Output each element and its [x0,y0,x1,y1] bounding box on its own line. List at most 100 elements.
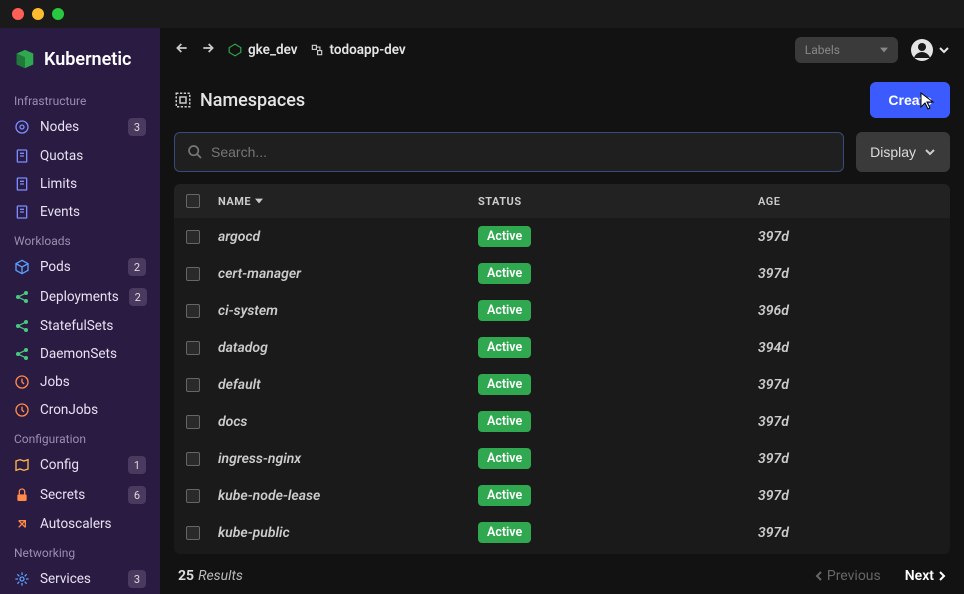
row-checkbox[interactable] [186,341,200,355]
map-icon [14,457,30,473]
deploy-icon [14,289,30,305]
sidebar-item-label: Jobs [40,374,146,390]
sidebar-item-daemonsets[interactable]: DaemonSets [0,340,160,368]
namespaces-icon [174,91,192,109]
sidebar-item-label: Config [40,457,118,473]
svc-icon [14,571,30,587]
search-icon [187,144,203,160]
sidebar-item-pods[interactable]: Pods2 [0,252,160,282]
sidebar-item-badge: 3 [128,118,146,136]
sidebar-item-nodes[interactable]: Nodes 3 [0,112,160,142]
row-age: 397d [758,414,938,430]
sidebar-item-cronjobs[interactable]: CronJobs [0,396,160,424]
sidebar-item-quotas[interactable]: Quotas [0,142,160,170]
table-row[interactable]: kube-node-leaseActive397d [174,477,950,514]
sidebar-item-label: DaemonSets [40,346,146,362]
page-title: Namespaces [174,90,305,111]
sidebar-item-autoscalers[interactable]: Autoscalers [0,510,160,538]
row-name: ci-system [218,303,478,319]
chevron-down-icon [924,146,936,158]
row-age: 397d [758,266,938,282]
brand-logo-icon [14,48,36,70]
row-checkbox[interactable] [186,304,200,318]
row-name: argocd [218,229,478,245]
sidebar-item-label: Limits [40,176,146,192]
row-checkbox[interactable] [186,378,200,392]
brand-name: Kubernetic [44,49,131,70]
namespaces-table: NAME STATUS AGE argocdActive397dcert-man… [174,184,950,554]
create-button[interactable]: Create [870,82,950,118]
close-window-icon[interactable] [12,8,24,20]
topbar: gke_dev todoapp-dev Labels [160,28,964,72]
table-row[interactable]: ci-systemActive 396d [174,292,950,329]
chevron-down-icon [938,44,950,56]
column-status[interactable]: STATUS [478,195,758,208]
doc-icon [14,176,30,192]
row-age: 397d [758,488,938,504]
sidebar-item-secrets[interactable]: Secrets6 [0,480,160,510]
sidebar-item-label: Events [40,204,146,220]
status-badge: Active [478,300,531,321]
column-name[interactable]: NAME [218,195,478,208]
table-row[interactable]: docsActive397d [174,403,950,440]
cluster-icon [228,43,242,57]
scale-icon [14,516,30,532]
row-name: kube-node-lease [218,488,478,504]
sidebar-item-statefulsets[interactable]: StatefulSets [0,312,160,340]
breadcrumb-namespace[interactable]: todoapp-dev [310,42,406,58]
back-button[interactable] [174,40,190,60]
sidebar-item-services[interactable]: Services3 [0,564,160,594]
job-icon [14,402,30,418]
row-checkbox[interactable] [186,267,200,281]
row-checkbox[interactable] [186,452,200,466]
sidebar-item-label: StatefulSets [40,318,146,334]
row-age: 397d [758,451,938,467]
user-avatar-icon [910,38,934,62]
column-age[interactable]: AGE [758,195,938,208]
row-name: kube-public [218,525,478,541]
row-name: default [218,377,478,393]
select-all-checkbox[interactable] [186,194,200,208]
table-row[interactable]: argocdActive397d [174,218,950,255]
sidebar-item-limits[interactable]: Limits [0,170,160,198]
next-page-button[interactable]: Next [905,568,946,584]
user-menu[interactable] [910,38,950,62]
row-name: cert-manager [218,266,478,282]
sidebar-item-events[interactable]: Events [0,198,160,226]
deploy-icon [14,346,30,362]
row-checkbox[interactable] [186,526,200,540]
row-age: 397d [758,525,938,541]
labels-dropdown[interactable]: Labels [795,37,898,63]
sidebar-item-badge: 3 [128,570,146,588]
table-row[interactable]: kube-publicActive397d [174,514,950,551]
chevron-left-icon [815,571,823,581]
sidebar: Kubernetic InfrastructureNodes3QuotasLim… [0,28,160,594]
main-content: gke_dev todoapp-dev Labels Namespaces [160,28,964,594]
caret-down-icon [880,46,888,54]
table-row[interactable]: datadogActive394d [174,329,950,366]
sidebar-item-config[interactable]: Config1 [0,450,160,480]
sidebar-item-jobs[interactable]: Jobs [0,368,160,396]
sidebar-item-badge: 2 [129,288,147,306]
table-row[interactable]: cert-managerActive397d [174,255,950,292]
search-box[interactable] [174,132,844,172]
minimize-window-icon[interactable] [32,8,44,20]
breadcrumb-cluster[interactable]: gke_dev [228,42,298,58]
forward-button[interactable] [200,40,216,60]
display-dropdown[interactable]: Display [856,132,950,172]
row-checkbox[interactable] [186,230,200,244]
row-checkbox[interactable] [186,415,200,429]
previous-page-button[interactable]: Previous [815,568,881,584]
table-row[interactable]: defaultActive397d [174,366,950,403]
sort-down-icon [255,197,263,205]
sidebar-item-badge: 2 [128,258,146,276]
search-input[interactable] [211,144,831,160]
sidebar-item-deployments[interactable]: Deployments2 [0,282,160,312]
sidebar-item-badge: 6 [128,486,146,504]
row-checkbox[interactable] [186,489,200,503]
maximize-window-icon[interactable] [52,8,64,20]
row-age: 396d [758,303,938,319]
sidebar-item-label: Nodes [40,119,118,135]
sidebar-section-title: Networking [0,538,160,564]
table-row[interactable]: ingress-nginxActive397d [174,440,950,477]
